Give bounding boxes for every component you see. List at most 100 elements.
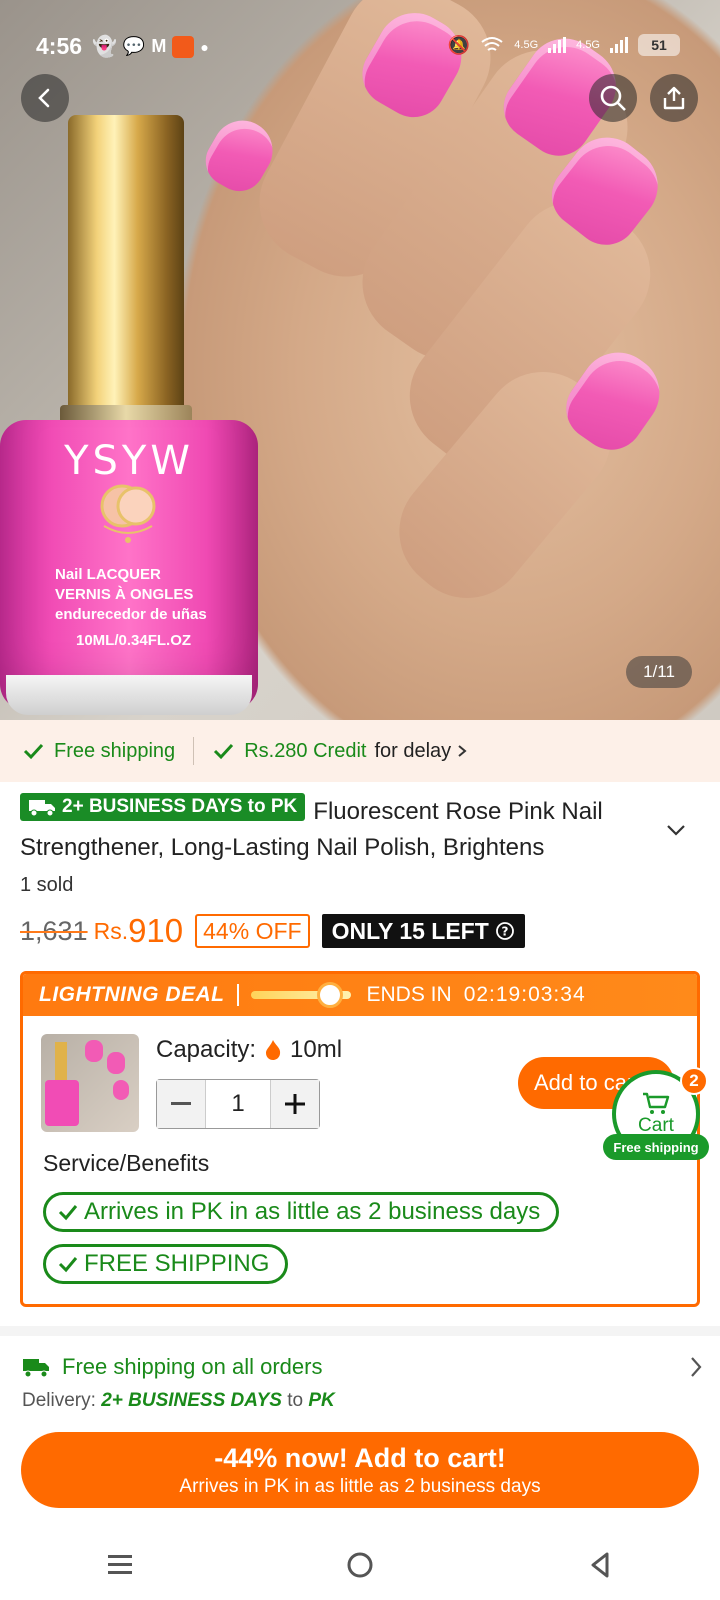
delivery-country: PK — [308, 1390, 335, 1411]
help-icon: ? — [495, 922, 514, 940]
stock-badge[interactable]: ONLY 15 LEFT ? — [321, 914, 525, 948]
delivery-badge: 2+ BUSINESS DAYS to PK — [20, 793, 306, 821]
sold-count: 1 sold — [20, 874, 74, 896]
bottle-label-line: Nail LACQUER — [55, 566, 161, 583]
back-icon[interactable] — [585, 1550, 615, 1580]
sale-price: 910 — [128, 912, 184, 949]
thumb-bottle — [45, 1080, 79, 1126]
mute-icon: 🔕 — [447, 34, 471, 55]
gmail-icon: M — [151, 36, 167, 56]
delivery-days: 2+ BUSINESS DAYS — [101, 1390, 282, 1411]
ends-in-label: ENDS IN — [366, 983, 452, 1006]
increment-button[interactable] — [271, 1080, 319, 1128]
deal-label: LIGHTNING DEAL — [39, 983, 225, 1006]
network-2: 4.5G — [576, 39, 600, 51]
delivery-badge-text: 2+ BUSINESS DAYS to PK — [62, 796, 298, 817]
expand-title-icon[interactable] — [664, 822, 688, 838]
quantity-stepper: 1 — [156, 1079, 320, 1129]
plus-icon — [285, 1094, 305, 1114]
deal-progress-bar — [250, 982, 351, 1008]
back-button[interactable] — [21, 74, 69, 122]
capacity-value: 10ml — [290, 1036, 343, 1063]
cart-free-shipping-badge: Free shipping — [603, 1134, 709, 1160]
chat-icon: 💬 — [122, 36, 146, 56]
share-button[interactable] — [650, 74, 698, 122]
wifi-icon — [481, 37, 503, 51]
status-time: 4:56 — [36, 33, 83, 59]
quantity-value[interactable]: 1 — [205, 1080, 271, 1128]
recent-apps-icon[interactable] — [105, 1552, 135, 1578]
product-image[interactable]: YSYW Nail LACQUER VERNIS À ONGLES endure… — [0, 0, 720, 720]
add-to-cart-cta[interactable]: -44% now! Add to cart! Arrives in PK in … — [21, 1432, 699, 1508]
cart-icon — [643, 1092, 670, 1114]
service-benefits-label: Service/Benefits — [43, 1150, 210, 1176]
signal-icon — [610, 37, 628, 53]
free-shipping-row[interactable]: Free shipping on all orders — [22, 1354, 322, 1380]
capacity-label: Capacity: — [156, 1036, 257, 1063]
cart-count-badge: 2 — [680, 1067, 708, 1095]
bottle-label-line: endurecedor de uñas — [55, 606, 207, 623]
lightning-deal-box: LIGHTNING DEAL ENDS IN 02:19:03:34 Capac… — [20, 971, 700, 1307]
thumb-nail — [113, 1080, 129, 1100]
thumb-nail — [107, 1052, 125, 1074]
deal-header: LIGHTNING DEAL ENDS IN 02:19:03:34 — [23, 974, 697, 1016]
free-shipping-label: Free shipping — [54, 739, 176, 762]
benefit-arrival: Arrives in PK in as little as 2 business… — [43, 1192, 560, 1232]
countdown-timer: 02:19:03:34 — [463, 983, 586, 1006]
app-icon — [172, 35, 195, 58]
svg-text:?: ? — [501, 925, 508, 939]
delivery-info: Delivery: 2+ BUSINESS DAYS to PK — [22, 1390, 335, 1412]
fire-icon — [266, 1040, 281, 1060]
search-button[interactable] — [589, 74, 637, 122]
bottle-label-line: VERNIS À ONGLES — [55, 586, 194, 603]
credit-suffix: for delay — [374, 739, 452, 762]
cta-sub-text: Arrives in PK in as little as 2 business… — [179, 1476, 541, 1497]
notification-icons: 👻 💬 M ● — [92, 34, 209, 59]
original-price: 1,631 — [20, 915, 88, 946]
brand-logo-icon — [100, 484, 156, 543]
image-counter: 1/11 — [626, 656, 692, 688]
truck-icon — [29, 800, 55, 817]
share-icon — [663, 86, 685, 110]
nail-polish-bottle — [0, 115, 258, 715]
dot-icon: ● — [200, 38, 209, 55]
divider — [236, 984, 239, 1006]
check-icon — [58, 1205, 78, 1221]
system-icons: 🔕 4.5G 4.5G 51 — [448, 34, 680, 56]
check-icon — [214, 743, 234, 760]
credit-label: Rs.280 Credit — [244, 739, 367, 762]
chevron-right-icon[interactable] — [682, 1352, 712, 1382]
bottle-label: Nail LACQUER VERNIS À ONGLES endurecedor… — [55, 565, 207, 625]
system-navigation-bar — [0, 1530, 720, 1600]
check-icon — [23, 743, 44, 760]
bottle-cap — [68, 115, 184, 415]
benefit-free-shipping-text: FREE SHIPPING — [84, 1250, 270, 1277]
truck-icon — [23, 1359, 49, 1378]
snapchat-icon: 👻 — [92, 36, 117, 58]
cta-main-text: -44% now! Add to cart! — [214, 1443, 506, 1473]
chevron-left-icon — [38, 88, 50, 108]
discount-badge: 44% OFF — [195, 914, 310, 948]
currency: Rs. — [93, 917, 129, 944]
decrement-button[interactable] — [157, 1080, 205, 1128]
price-row: 1,631 Rs. 910 44% OFF ONLY 15 LEFT ? — [20, 912, 525, 950]
shipping-strip[interactable]: Free shipping Rs.280 Credit for delay — [0, 720, 720, 782]
battery-indicator: 51 — [638, 34, 680, 56]
section-divider — [0, 1326, 720, 1336]
search-icon — [600, 85, 626, 111]
variant-thumbnail[interactable] — [41, 1034, 139, 1132]
product-title: 2+ BUSINESS DAYS to PK Fluorescent Rose … — [20, 793, 660, 865]
delivery-label: Delivery: — [22, 1390, 96, 1411]
network-1: 4.5G — [514, 39, 539, 51]
delivery-to: to — [287, 1390, 304, 1411]
thumb-bottle-cap — [55, 1042, 67, 1082]
bottle-base — [6, 675, 252, 715]
bottle-volume: 10ML/0.34FL.OZ — [76, 632, 192, 649]
free-shipping-title: Free shipping on all orders — [62, 1354, 323, 1379]
divider — [193, 737, 195, 765]
chevron-right-icon — [458, 745, 467, 757]
signal-icon — [548, 37, 567, 53]
home-icon[interactable] — [345, 1550, 375, 1580]
check-icon — [58, 1257, 78, 1273]
thumb-nail — [85, 1040, 103, 1062]
